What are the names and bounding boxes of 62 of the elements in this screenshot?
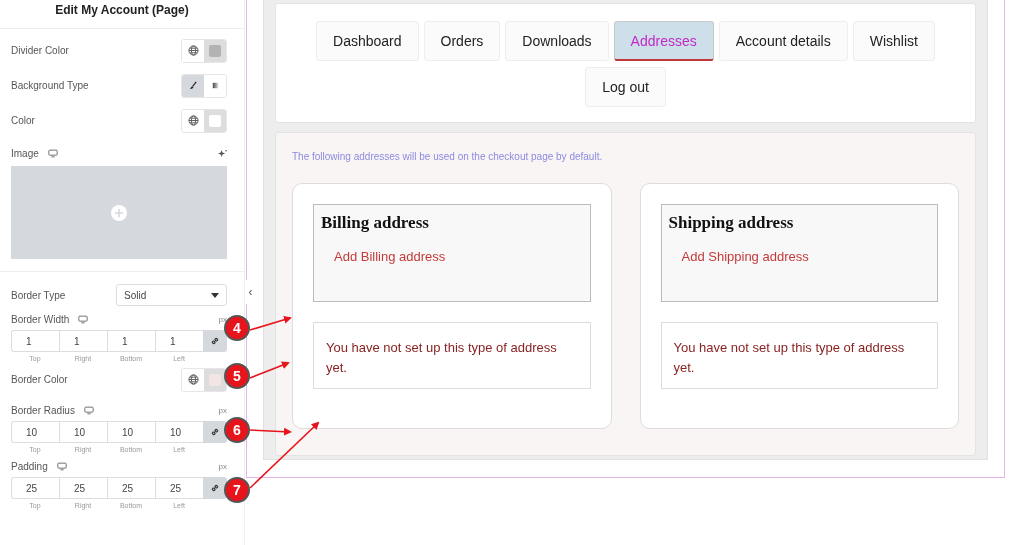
gradient-icon <box>210 81 220 90</box>
globe-icon <box>187 374 199 385</box>
link-values-button[interactable] <box>203 330 227 352</box>
control-label: Border Width <box>11 314 70 325</box>
nav-tab[interactable]: Downloads <box>505 21 609 61</box>
control-label: Border Color <box>11 374 68 385</box>
dimension-input[interactable]: 25 <box>59 477 107 499</box>
nav-tab[interactable]: Orders <box>423 21 501 61</box>
nav-tab[interactable]: Addresses <box>613 21 714 61</box>
intro-text: The following addresses will be used on the checkout page by default. <box>292 151 604 162</box>
address-notice: You have not set up this type of address yet. <box>660 322 938 389</box>
control-label: Divider Color <box>11 45 69 56</box>
color-swatch[interactable] <box>209 114 221 127</box>
dimension-input[interactable]: 1 <box>11 330 59 352</box>
add-address-link[interactable]: Add Billing address <box>334 249 446 264</box>
desktop-icon[interactable] <box>47 148 58 158</box>
dimension-input[interactable]: 1 <box>59 330 107 352</box>
dimension-input[interactable]: 1 <box>107 330 155 352</box>
link-values-button[interactable] <box>203 477 227 499</box>
dimension-input[interactable]: 10 <box>11 421 59 443</box>
dimension-input[interactable]: 10 <box>59 421 107 443</box>
link-icon <box>210 427 220 437</box>
control-label: Padding <box>11 461 48 472</box>
link-values-button[interactable] <box>203 421 227 443</box>
desktop-icon[interactable] <box>83 406 94 415</box>
panel-title: Edit My Account (Page) <box>0 0 244 29</box>
nav-tab[interactable]: Account details <box>718 21 848 61</box>
sparkle-icon[interactable] <box>218 148 227 158</box>
dimension-input[interactable]: 1 <box>155 330 203 352</box>
dimension-input[interactable]: 10 <box>155 421 203 443</box>
globe-icon <box>187 45 199 56</box>
dimension-input[interactable]: 25 <box>11 477 59 499</box>
control-label: Border Radius <box>11 405 75 416</box>
globe-icon <box>187 115 199 126</box>
nav-tab[interactable]: Log out <box>585 67 666 107</box>
unit-selector[interactable]: px <box>218 462 227 471</box>
brush-icon <box>188 81 198 90</box>
control-label: Color <box>11 115 35 126</box>
add-address-link[interactable]: Add Shipping address <box>681 249 809 264</box>
add-icon[interactable] <box>111 204 127 221</box>
desktop-icon[interactable] <box>56 462 67 471</box>
link-icon <box>210 483 220 493</box>
unit-selector[interactable]: px <box>218 406 227 415</box>
brush-option[interactable] <box>182 74 204 97</box>
address-notice: You have not set up this type of address yet. <box>313 322 591 389</box>
dimension-input[interactable]: 25 <box>155 477 203 499</box>
arrow <box>249 361 290 379</box>
desktop-icon[interactable] <box>78 315 89 324</box>
link-icon <box>210 336 220 346</box>
address-title: Shipping address <box>668 213 795 233</box>
step-marker: 7 <box>224 477 250 503</box>
color-swatch[interactable] <box>209 44 221 57</box>
address-title: Billing address <box>321 213 430 233</box>
control-label: Image <box>11 147 39 159</box>
nav-tab[interactable]: Dashboard <box>316 21 419 61</box>
caret-icon <box>211 292 219 298</box>
control-label: Border Type <box>11 289 66 301</box>
border-type-select[interactable]: Solid <box>116 284 227 306</box>
control-label: Background Type <box>11 80 89 91</box>
dimension-input[interactable]: 25 <box>107 477 155 499</box>
dimension-input[interactable]: 10 <box>107 421 155 443</box>
nav-tab[interactable]: Wishlist <box>852 21 935 61</box>
